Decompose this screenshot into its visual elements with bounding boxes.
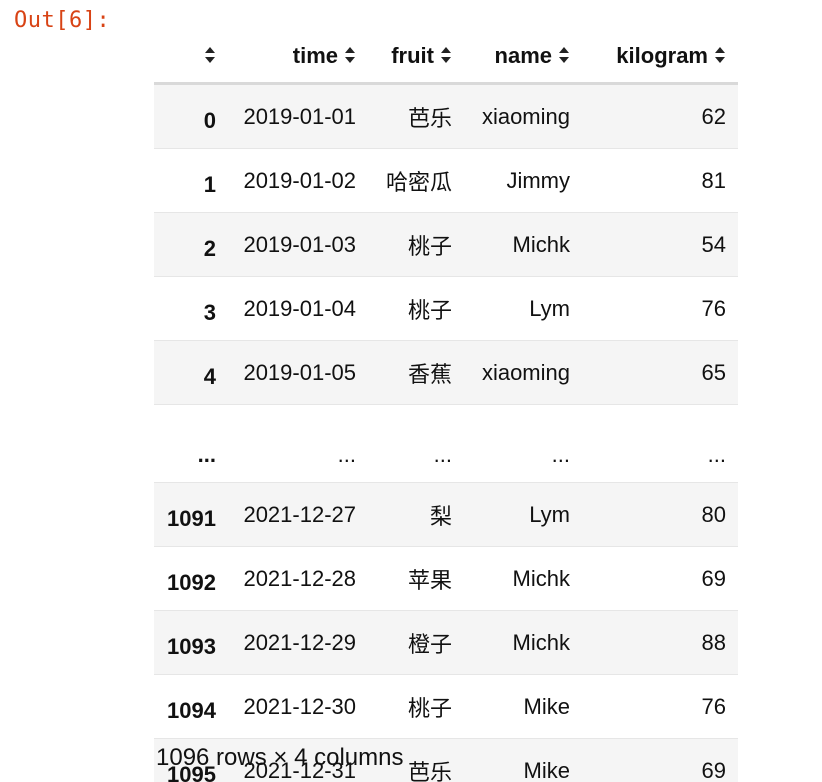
cell-name: Mike xyxy=(464,738,582,782)
column-header-time[interactable]: time xyxy=(228,30,368,85)
cell-kilogram: 69 xyxy=(582,738,738,782)
column-header-name[interactable]: name xyxy=(464,30,582,85)
cell-time: 2019-01-04 xyxy=(228,276,368,341)
cell-name: Lym xyxy=(464,276,582,341)
row-index: 1094 xyxy=(154,674,228,739)
sort-updown-icon[interactable] xyxy=(558,46,570,64)
column-header-fruit[interactable]: fruit xyxy=(368,30,464,85)
cell-fruit: 哈密瓜 xyxy=(368,148,464,213)
cell-fruit: ... xyxy=(368,404,464,483)
column-header-label: name xyxy=(494,43,552,69)
cell-kilogram: 54 xyxy=(582,212,738,277)
cell-name: xiaoming xyxy=(464,83,582,149)
column-header-label: fruit xyxy=(391,43,434,69)
row-index: 1091 xyxy=(154,482,228,547)
cell-fruit: 橙子 xyxy=(368,610,464,675)
table-row: 1093 2021-12-29 橙子 Michk 88 xyxy=(154,610,738,675)
column-header-index[interactable] xyxy=(154,30,228,85)
table-row: 2 2019-01-03 桃子 Michk 54 xyxy=(154,212,738,277)
table-row: 4 2019-01-05 香蕉 xiaoming 65 xyxy=(154,340,738,405)
cell-fruit: 桃子 xyxy=(368,276,464,341)
cell-name: xiaoming xyxy=(464,340,582,405)
dataframe-table: time fruit name kilogram 0 2019-01-01 芭乐 xiaom… xyxy=(154,30,738,782)
sort-updown-icon[interactable] xyxy=(714,46,726,64)
row-index: 1092 xyxy=(154,546,228,611)
cell-kilogram: 65 xyxy=(582,340,738,405)
row-index: 4 xyxy=(154,340,228,405)
cell-fruit: 梨 xyxy=(368,482,464,547)
table-row: 1092 2021-12-28 苹果 Michk 69 xyxy=(154,546,738,611)
cell-time: 2019-01-01 xyxy=(228,83,368,149)
row-index: ... xyxy=(154,404,228,483)
table-row: 1 2019-01-02 哈密瓜 Jimmy 81 xyxy=(154,148,738,213)
cell-fruit: 芭乐 xyxy=(368,83,464,149)
cell-time: 2021-12-27 xyxy=(228,482,368,547)
table-row: 0 2019-01-01 芭乐 xiaoming 62 xyxy=(154,83,738,149)
column-header-kilogram[interactable]: kilogram xyxy=(582,30,738,85)
cell-name: ... xyxy=(464,404,582,483)
cell-kilogram: 69 xyxy=(582,546,738,611)
cell-time: ... xyxy=(228,404,368,483)
output-prompt: Out[6]: xyxy=(14,8,111,33)
cell-name: Michk xyxy=(464,610,582,675)
cell-fruit: 桃子 xyxy=(368,212,464,277)
column-header-label: kilogram xyxy=(616,43,708,69)
table-row: ............... xyxy=(154,404,738,483)
cell-kilogram: 81 xyxy=(582,148,738,213)
cell-kilogram: 80 xyxy=(582,482,738,547)
cell-kilogram: ... xyxy=(582,404,738,483)
cell-time: 2019-01-03 xyxy=(228,212,368,277)
cell-kilogram: 88 xyxy=(582,610,738,675)
row-index: 1 xyxy=(154,148,228,213)
cell-time: 2021-12-29 xyxy=(228,610,368,675)
shape-caption: 1096 rows × 4 columns xyxy=(156,744,404,771)
table-row: 1091 2021-12-27 梨 Lym 80 xyxy=(154,482,738,547)
cell-name: Jimmy xyxy=(464,148,582,213)
cell-time: 2019-01-02 xyxy=(228,148,368,213)
row-index: 1093 xyxy=(154,610,228,675)
table-row: 1094 2021-12-30 桃子 Mike 76 xyxy=(154,674,738,739)
cell-fruit: 香蕉 xyxy=(368,340,464,405)
cell-fruit: 桃子 xyxy=(368,674,464,739)
header-row: time fruit name kilogram xyxy=(154,30,738,85)
row-index: 0 xyxy=(154,83,228,149)
row-index: 3 xyxy=(154,276,228,341)
table-row: 3 2019-01-04 桃子 Lym 76 xyxy=(154,276,738,341)
cell-name: Michk xyxy=(464,212,582,277)
dataframe-output: time fruit name kilogram 0 2019-01-01 芭乐 xiaom… xyxy=(154,30,738,782)
cell-kilogram: 76 xyxy=(582,674,738,739)
sort-updown-icon[interactable] xyxy=(344,46,356,64)
row-index: 2 xyxy=(154,212,228,277)
cell-time: 2021-12-28 xyxy=(228,546,368,611)
cell-time: 2021-12-30 xyxy=(228,674,368,739)
cell-time: 2019-01-05 xyxy=(228,340,368,405)
cell-name: Mike xyxy=(464,674,582,739)
cell-kilogram: 62 xyxy=(582,83,738,149)
sort-updown-icon[interactable] xyxy=(204,46,216,64)
cell-name: Michk xyxy=(464,546,582,611)
cell-name: Lym xyxy=(464,482,582,547)
cell-kilogram: 76 xyxy=(582,276,738,341)
cell-fruit: 苹果 xyxy=(368,546,464,611)
sort-updown-icon[interactable] xyxy=(440,46,452,64)
column-header-label: time xyxy=(292,43,338,69)
